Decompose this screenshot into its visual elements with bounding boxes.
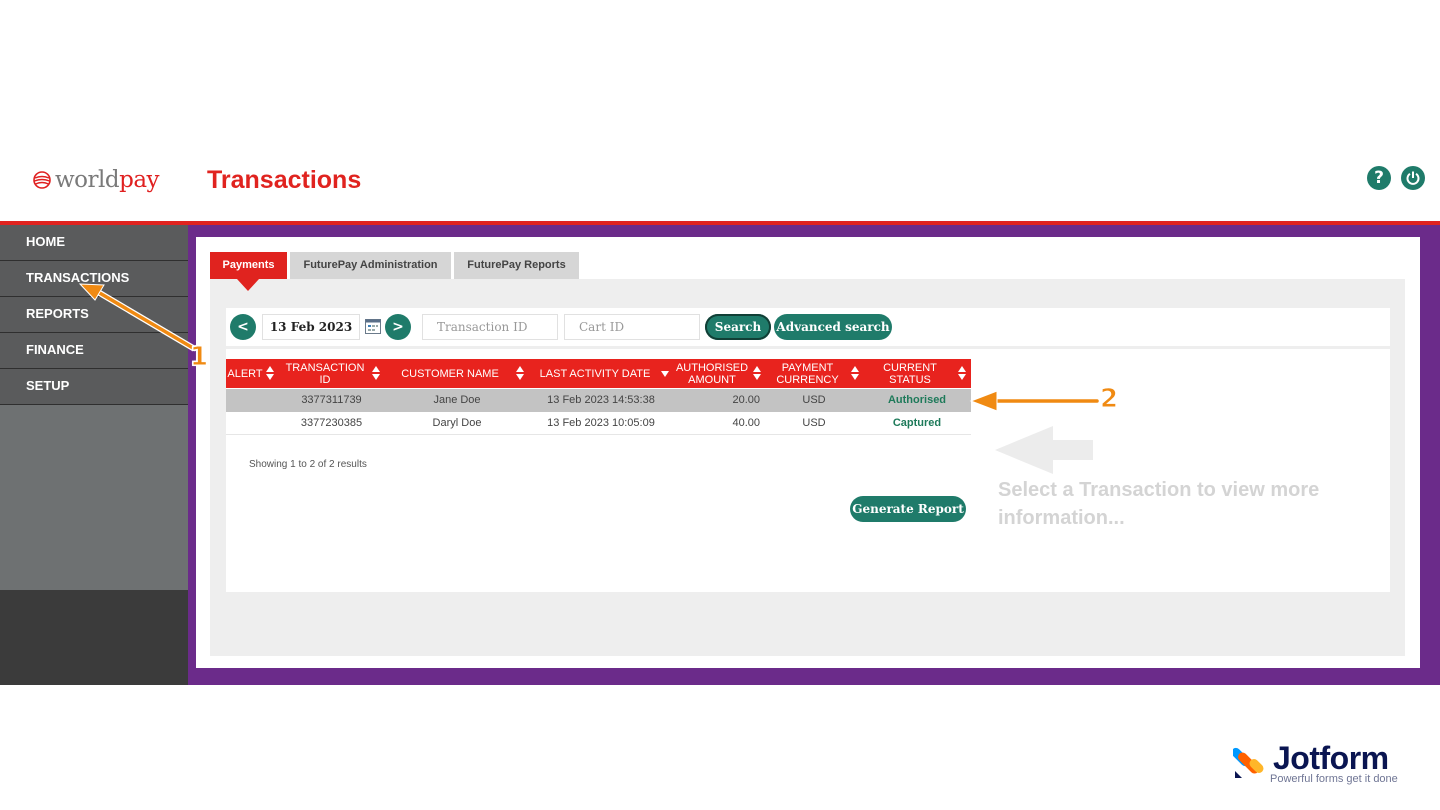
jotform-tagline: Powerful forms get it done: [1270, 773, 1398, 785]
sort-icon[interactable]: [851, 366, 859, 381]
tab-payments[interactable]: Payments: [210, 252, 287, 291]
advanced-search-button[interactable]: Advanced search: [774, 314, 892, 340]
cell-customer-name: Daryl Doe: [432, 417, 482, 429]
sidebar-item-transactions[interactable]: TRANSACTIONS: [0, 261, 188, 297]
sidebar-item-setup[interactable]: SETUP: [0, 369, 188, 405]
sort-icon[interactable]: [516, 366, 524, 381]
cell-last-activity-date: 13 Feb 2023 14:53:38: [547, 394, 655, 406]
cell-current-status: Captured: [892, 417, 942, 429]
column-header-current-status[interactable]: CURRENT STATUS: [872, 359, 948, 388]
cell-alert: [226, 389, 266, 412]
next-day-button[interactable]: >: [385, 314, 411, 340]
jotform-wordmark: Jotform: [1273, 740, 1389, 776]
arrow-left-icon: [995, 426, 1093, 474]
page-title: Transactions: [207, 166, 362, 194]
annotation-number-2: 2: [1099, 384, 1119, 415]
help-icon[interactable]: ?: [1367, 166, 1391, 190]
generate-report-button[interactable]: Generate Report: [850, 496, 966, 522]
cell-current-status: Authorised: [887, 394, 947, 406]
active-tab-indicator: [237, 279, 259, 291]
column-header-customer-name[interactable]: CUSTOMER NAME: [392, 359, 508, 388]
sidebar-item-reports[interactable]: REPORTS: [0, 297, 188, 333]
tab-futurepay-administration[interactable]: FuturePay Administration: [290, 252, 451, 279]
cell-authorised-amount: 20.00: [732, 394, 760, 406]
worldpay-globe-icon: [33, 171, 51, 189]
cell-last-activity-date: 13 Feb 2023 10:05:09: [547, 417, 655, 429]
cell-authorised-amount: 40.00: [732, 417, 760, 429]
worldpay-logo: worldpay: [32, 166, 160, 194]
column-header-payment-currency[interactable]: PAYMENT CURRENCY: [770, 359, 845, 388]
sidebar-item-home[interactable]: HOME: [0, 225, 188, 261]
column-header-last-activity-date[interactable]: LAST ACTIVITY DATE: [532, 359, 658, 388]
sort-descending-icon[interactable]: [661, 371, 669, 377]
results-count: Showing 1 to 2 of 2 results: [249, 459, 367, 470]
cell-payment-currency: USD: [802, 417, 826, 429]
cell-alert: [226, 412, 266, 435]
tab-futurepay-reports[interactable]: FuturePay Reports: [454, 252, 579, 279]
date-field[interactable]: 13 Feb 2023: [262, 314, 360, 340]
column-header-authorised-amount[interactable]: AUTHORISED AMOUNT: [673, 359, 751, 388]
sidebar-item-finance[interactable]: FINANCE: [0, 333, 188, 369]
column-header-alert[interactable]: ALERT: [226, 359, 264, 388]
jotform-logo-icon: [1233, 747, 1264, 778]
table-row[interactable]: 3377311739 Jane Doe 13 Feb 2023 14:53:38…: [226, 389, 971, 412]
cell-customer-name: Jane Doe: [433, 394, 481, 406]
jotform-watermark: Jotform Powerful forms get it done: [1233, 740, 1413, 790]
transaction-detail-placeholder: Select a Transaction to view more inform…: [998, 479, 1320, 529]
calendar-icon[interactable]: [365, 319, 381, 334]
worldpay-wordmark: worldpay: [55, 167, 160, 193]
sort-icon[interactable]: [372, 366, 380, 381]
table-row[interactable]: 3377230385 Daryl Doe 13 Feb 2023 10:05:0…: [226, 412, 971, 435]
power-icon[interactable]: [1401, 166, 1425, 190]
cell-transaction-id: 3377230385: [300, 417, 363, 429]
previous-day-button[interactable]: <: [230, 314, 256, 340]
cell-transaction-id: 3377311739: [301, 394, 362, 406]
transaction-id-input[interactable]: [422, 314, 558, 340]
sort-icon[interactable]: [753, 366, 761, 381]
column-header-transaction-id[interactable]: TRANSACTION ID: [279, 359, 371, 388]
sidebar-footer: [0, 590, 188, 685]
sort-icon[interactable]: [958, 366, 966, 381]
cell-payment-currency: USD: [802, 394, 826, 406]
search-button[interactable]: Search: [705, 314, 771, 340]
sort-icon[interactable]: [266, 366, 274, 381]
cart-id-input[interactable]: [564, 314, 700, 340]
annotation-number-1: 1: [189, 342, 209, 373]
